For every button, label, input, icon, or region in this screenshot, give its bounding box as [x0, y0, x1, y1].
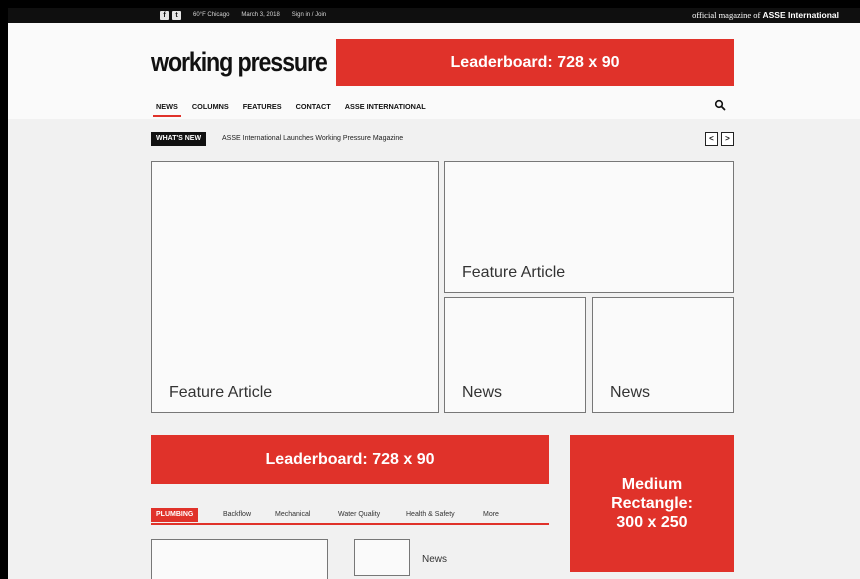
whats-new-badge: WHAT'S NEW — [151, 132, 207, 146]
tab-mechanical[interactable]: Mechanical — [275, 511, 310, 518]
ticker-headline[interactable]: ASSE International Launches Working Pres… — [222, 135, 403, 142]
nav-item-contact[interactable]: CONTACT — [296, 102, 331, 111]
leaderboard-ad-bottom[interactable]: Leaderboard: 728 x 90 — [151, 435, 549, 484]
tab-more[interactable]: More — [483, 511, 499, 518]
tab-health-safety[interactable]: Health & Safety — [406, 511, 455, 518]
nav-item-features[interactable]: FEATURES — [243, 102, 282, 111]
tab-water-quality[interactable]: Water Quality — [338, 511, 380, 518]
official-tagline: official magazine of ASSE International — [692, 10, 839, 20]
main-nav: NEWS COLUMNS FEATURES CONTACT ASSE INTER… — [153, 102, 426, 117]
tab-backflow[interactable]: Backflow — [223, 511, 251, 518]
official-brand[interactable]: ASSE International — [762, 10, 839, 20]
site-logo[interactable]: working pressure — [151, 47, 328, 78]
official-prefix: official magazine of — [692, 10, 763, 20]
top-bar: f t 60°F Chicago March 3, 2018 Sign in /… — [8, 8, 860, 23]
feature-article-secondary-label: Feature Article — [462, 264, 566, 281]
chevron-right-icon[interactable]: > — [721, 132, 734, 146]
feature-article-main-label: Feature Article — [169, 384, 273, 401]
feature-article-main[interactable]: Feature Article — [151, 161, 439, 413]
social-links: f t — [160, 11, 181, 20]
medium-rectangle-line-3: 300 x 250 — [616, 514, 688, 531]
weather-text: 60°F Chicago — [193, 12, 230, 18]
medium-rectangle-line-2: Rectangle: — [611, 495, 693, 512]
news-card-2[interactable]: News — [592, 297, 734, 413]
category-news-thumbnail[interactable] — [354, 539, 410, 576]
top-meta: 60°F Chicago March 3, 2018 Sign in / Joi… — [193, 12, 326, 18]
category-article-thumbnail[interactable] — [151, 539, 328, 579]
ticker-arrows: < > — [705, 132, 734, 146]
feature-article-secondary[interactable]: Feature Article — [444, 161, 734, 293]
nav-item-news[interactable]: NEWS — [153, 102, 181, 117]
medium-rectangle-line-1: Medium — [621, 476, 683, 493]
site-header: working pressure Leaderboard: 728 x 90 N… — [8, 23, 860, 119]
nav-item-asse-international[interactable]: ASSE INTERNATIONAL — [345, 102, 426, 111]
news-card-1-label: News — [462, 384, 503, 401]
whats-new-ticker: WHAT'S NEW ASSE International Launches W… — [151, 132, 734, 148]
category-tabs: PLUMBING Backflow Mechanical Water Quali… — [151, 508, 549, 525]
news-card-2-label: News — [610, 384, 651, 401]
facebook-icon[interactable]: f — [160, 11, 169, 20]
date-text: March 3, 2018 — [241, 12, 280, 18]
category-news-label[interactable]: News — [422, 554, 447, 565]
tab-plumbing[interactable]: PLUMBING — [151, 508, 199, 522]
signin-link[interactable]: Sign in / Join — [292, 12, 326, 18]
leaderboard-ad-top[interactable]: Leaderboard: 728 x 90 — [336, 39, 734, 86]
chevron-left-icon[interactable]: < — [705, 132, 718, 146]
search-icon[interactable] — [714, 99, 726, 111]
medium-rectangle-ad[interactable]: Medium Rectangle: 300 x 250 — [570, 435, 734, 572]
news-card-1[interactable]: News — [444, 297, 586, 413]
page-frame: f t 60°F Chicago March 3, 2018 Sign in /… — [8, 8, 860, 579]
twitter-icon[interactable]: t — [172, 11, 181, 20]
nav-item-columns[interactable]: COLUMNS — [192, 102, 229, 111]
